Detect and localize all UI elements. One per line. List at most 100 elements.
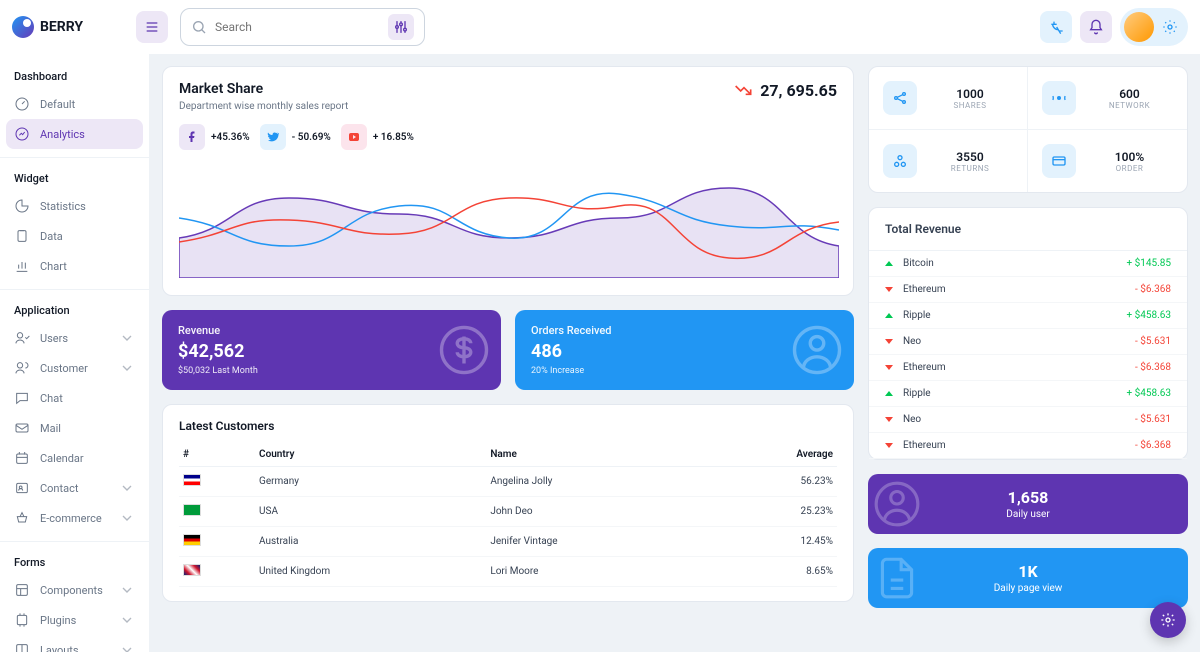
table-row[interactable]: AustraliaJenifer Vintage12.45%	[179, 527, 837, 557]
file-icon	[872, 553, 922, 603]
language-button[interactable]	[1040, 11, 1072, 43]
adjustments-icon	[393, 19, 409, 35]
dollar-icon	[437, 323, 491, 377]
market-subtitle: Department wise monthly sales report	[179, 101, 348, 112]
chevron-down-icon	[119, 510, 135, 526]
flag-icon	[183, 504, 201, 516]
table-row[interactable]: GermanyAngelina Jolly56.23%	[179, 467, 837, 497]
nav-calendar[interactable]: Calendar	[6, 443, 143, 473]
trend-down-icon	[885, 443, 893, 448]
trend-up-icon	[885, 313, 893, 318]
stat-returns: 3550RETURNS	[869, 130, 1028, 192]
menu-toggle-button[interactable]	[136, 11, 168, 43]
stat-shares: 1000SHARES	[869, 67, 1028, 130]
revenue-row[interactable]: Neo- $5.631	[869, 407, 1187, 433]
nav-users[interactable]: Users	[6, 323, 143, 353]
chevron-down-icon	[119, 360, 135, 376]
layout-icon	[14, 582, 30, 598]
search-filter-button[interactable]	[388, 14, 414, 40]
twitter-icon	[260, 124, 286, 150]
calendar-icon	[14, 450, 30, 466]
stat-order: 100%ORDER	[1028, 130, 1187, 192]
table-row[interactable]: United KingdomLori Moore8.65%	[179, 557, 837, 587]
mail-icon	[14, 420, 30, 436]
nav-statistics[interactable]: Statistics	[6, 191, 143, 221]
menu-icon	[144, 19, 160, 35]
market-title: Market Share	[179, 81, 348, 97]
search-input[interactable]	[215, 20, 380, 34]
nav-contact[interactable]: Contact	[6, 473, 143, 503]
clipboard-icon	[14, 228, 30, 244]
avatar	[1124, 12, 1154, 42]
revenue-list-card: Total Revenue Bitcoin+ $145.85Ethereum- …	[868, 207, 1188, 460]
chevron-down-icon	[119, 612, 135, 628]
trend-down-icon	[885, 339, 893, 344]
trend-up-icon	[885, 391, 893, 396]
revenue-row[interactable]: Ethereum- $6.368	[869, 433, 1187, 459]
trend-down-icon	[885, 365, 893, 370]
market-chart	[179, 158, 839, 278]
user-circle-icon	[872, 479, 922, 529]
chevron-down-icon	[119, 642, 135, 652]
customers-table: # Country Name Average GermanyAngelina J…	[179, 443, 837, 587]
basket-icon	[14, 510, 30, 526]
search-box[interactable]	[180, 8, 425, 46]
trending-down-icon	[734, 84, 754, 98]
chart-pie-icon	[14, 198, 30, 214]
flag-icon	[183, 474, 201, 486]
nav-analytics[interactable]: Analytics	[6, 119, 143, 149]
daily-user-card: 1,658 Daily user	[868, 474, 1188, 534]
analytics-icon	[14, 126, 30, 142]
revenue-row[interactable]: Ripple+ $458.63	[869, 381, 1187, 407]
nav-layouts[interactable]: Layouts	[6, 635, 143, 652]
trend-up-icon	[885, 261, 893, 266]
nav-data[interactable]: Data	[6, 221, 143, 251]
gauge-icon	[14, 96, 30, 112]
notifications-button[interactable]	[1080, 11, 1112, 43]
main-content: Market Share Department wise monthly sal…	[150, 0, 1200, 652]
revenue-row[interactable]: Ethereum- $6.368	[869, 355, 1187, 381]
nav-components[interactable]: Components	[6, 575, 143, 605]
settings-fab[interactable]	[1150, 602, 1186, 638]
flag-icon	[183, 534, 201, 546]
nav-plugins[interactable]: Plugins	[6, 605, 143, 635]
logo-icon	[12, 16, 34, 38]
nav-group-dashboard: Dashboard	[6, 64, 143, 89]
profile-menu[interactable]	[1120, 8, 1188, 46]
message-icon	[14, 390, 30, 406]
revenue-row[interactable]: Bitcoin+ $145.85	[869, 251, 1187, 277]
columns-icon	[14, 642, 30, 652]
nav-default[interactable]: Default	[6, 89, 143, 119]
nav-customer[interactable]: Customer	[6, 353, 143, 383]
bell-icon	[1088, 19, 1104, 35]
chevron-down-icon	[119, 330, 135, 346]
chevron-down-icon	[119, 480, 135, 496]
revenue-row[interactable]: Ethereum- $6.368	[869, 277, 1187, 303]
phone-icon	[14, 480, 30, 496]
facebook-metric: +45.36%	[179, 124, 250, 150]
flag-icon	[183, 564, 201, 576]
daily-pageview-card: 1K Daily page view	[868, 548, 1188, 608]
chart-bar-icon	[14, 258, 30, 274]
table-row[interactable]: USAJohn Deo25.23%	[179, 497, 837, 527]
revenue-row[interactable]: Ripple+ $458.63	[869, 303, 1187, 329]
nav-group-application: Application	[6, 298, 143, 323]
nav-chat[interactable]: Chat	[6, 383, 143, 413]
circles-icon	[892, 153, 908, 169]
brand-logo[interactable]: BERRY	[12, 16, 132, 38]
orders-card: Orders Received 486 20% Increase	[515, 310, 854, 390]
translate-icon	[1048, 19, 1064, 35]
nav-mail[interactable]: Mail	[6, 413, 143, 443]
gear-icon	[1160, 612, 1176, 628]
gear-icon	[1162, 19, 1178, 35]
stats-grid: 1000SHARES 600NETWORK 3550RETURNS 100%OR…	[868, 66, 1188, 193]
twitter-metric: - 50.69%	[260, 124, 331, 150]
nav-ecommerce[interactable]: E-commerce	[6, 503, 143, 533]
nav-chart[interactable]: Chart	[6, 251, 143, 281]
trend-down-icon	[885, 417, 893, 422]
revenue-row[interactable]: Neo- $5.631	[869, 329, 1187, 355]
youtube-icon	[341, 124, 367, 150]
nav-group-forms: Forms	[6, 550, 143, 575]
user-circle-icon	[790, 323, 844, 377]
facebook-icon	[179, 124, 205, 150]
